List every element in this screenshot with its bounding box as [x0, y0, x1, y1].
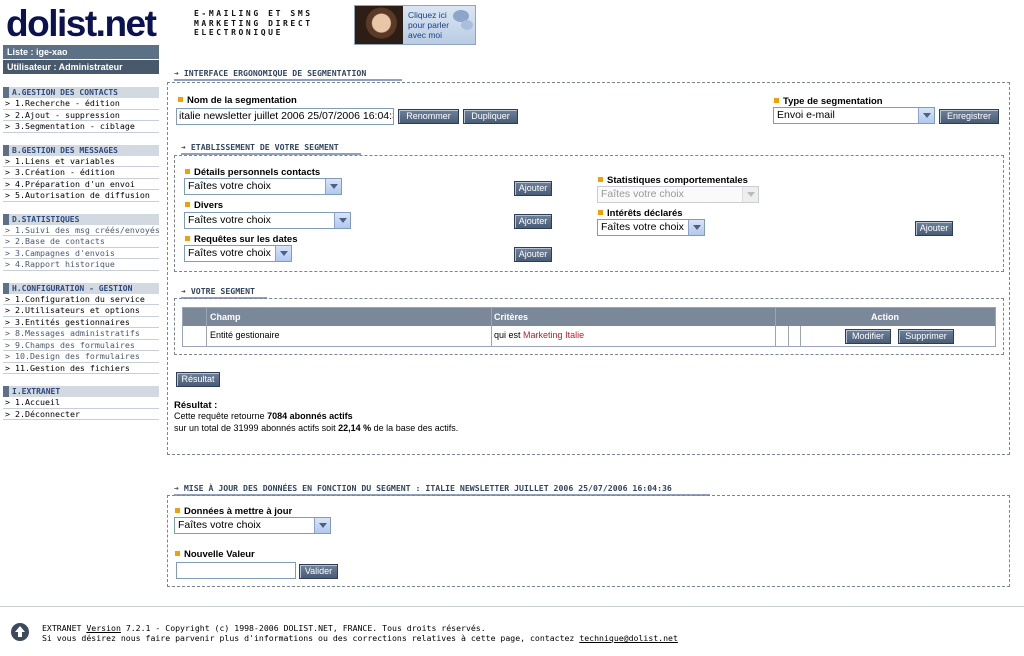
- banner-line-2: pour parler: [408, 20, 450, 30]
- sidebar: Liste : ige-xao Utilisateur : Administra…: [3, 45, 159, 605]
- list-label: Liste : ige-xao: [3, 45, 159, 60]
- sidebar-item-rapport[interactable]: > 4.Rapport historique: [3, 259, 159, 271]
- segmentation-name-label: Nom de la segmentation: [178, 95, 297, 106]
- chevron-down-icon: [334, 213, 350, 228]
- result-line-2: sur un total de 31999 abonnés actifs soi…: [174, 423, 459, 433]
- sidebar-item-suivi[interactable]: > 1.Suivi des msg créés/envoyés: [3, 225, 159, 236]
- column-action: Action: [871, 312, 899, 322]
- banner-line-3: avec moi: [408, 30, 443, 40]
- chevron-down-icon: [275, 246, 291, 261]
- new-value-label: Nouvelle Valeur: [175, 549, 255, 560]
- sidebar-item-champs[interactable]: > 9.Champs des formulaires: [3, 340, 159, 351]
- result-line-1: Cette requête retourne 7084 abonnés acti…: [174, 411, 353, 421]
- duplicate-button[interactable]: Dupliquer: [463, 109, 518, 124]
- user-label: Utilisateur : Administrateur: [3, 60, 159, 75]
- tagline: E-MAILING ET SMS MARKETING DIRECT ELECTR…: [194, 9, 313, 38]
- table-row: Entité gestionaire qui est Marketing Ita…: [183, 326, 995, 346]
- sidebar-item-recherche[interactable]: > 1.Recherche - édition: [3, 98, 159, 110]
- add-interests-button[interactable]: Ajouter: [915, 221, 953, 236]
- chevron-down-icon: [688, 220, 704, 235]
- sidebar-section-contacts: A.GESTION DES CONTACTS: [3, 87, 159, 98]
- sidebar-item-segmentation[interactable]: > 3.Segmentation - ciblage: [3, 121, 159, 133]
- sidebar-section-stats: D.STATISTIQUES: [3, 213, 159, 225]
- column-criteres: Critères: [494, 312, 529, 322]
- sidebar-item-campagnes[interactable]: > 3.Campagnes d'envois: [3, 248, 159, 259]
- chevron-down-icon: [325, 179, 341, 194]
- sidebar-item-utilisateurs[interactable]: > 2.Utilisateurs et options: [3, 305, 159, 317]
- date-queries-label: Requêtes sur les dates: [185, 234, 298, 245]
- dolist-logo: dolist.net: [6, 3, 157, 44]
- footer-contact: Si vous désirez nous faire parvenir plus…: [42, 633, 678, 643]
- chevron-down-icon: [314, 518, 330, 533]
- add-dates-button[interactable]: Ajouter: [514, 247, 552, 262]
- sidebar-item-liens[interactable]: > 1.Liens et variables: [3, 156, 159, 167]
- personal-details-label: Détails personnels contacts: [185, 167, 320, 178]
- email-link[interactable]: technique@dolist.net: [579, 633, 678, 643]
- save-button[interactable]: Enregistrer: [939, 109, 999, 124]
- edit-button[interactable]: Modifier: [845, 329, 891, 344]
- sidebar-item-config-service[interactable]: > 1.Configuration du service: [3, 294, 159, 305]
- agent-photo: [355, 6, 403, 44]
- personal-details-select[interactable]: Faîtes votre choix: [184, 178, 342, 195]
- misc-select[interactable]: Faîtes votre choix: [184, 212, 351, 229]
- segmentation-type-select[interactable]: Envoi e-mail: [773, 107, 935, 124]
- date-queries-select[interactable]: Faîtes votre choix: [184, 245, 292, 262]
- segmentation-name-input[interactable]: italie newsletter juillet 2006 25/07/200…: [176, 108, 394, 125]
- chat-banner[interactable]: Cliquez ici pour parler avec moi: [354, 5, 476, 45]
- declared-interests-select[interactable]: Faîtes votre choix: [597, 219, 705, 236]
- establish-section-title: ➔ ETABLISSEMENT DE VOTRE SEGMENT: [181, 142, 361, 155]
- update-data-select[interactable]: Faîtes votre choix: [174, 517, 331, 534]
- segment-table: Champ Critères Action Entité gestionaire…: [182, 307, 996, 347]
- new-value-input[interactable]: [176, 562, 296, 579]
- segmentation-section-title: ➔ INTERFACE ERGONOMIQUE DE SEGMENTATION: [174, 68, 402, 81]
- sidebar-item-messages-admin[interactable]: > 8.Messages administratifs: [3, 328, 159, 340]
- sidebar-item-base[interactable]: > 2.Base de contacts: [3, 236, 159, 248]
- banner-line-1: Cliquez ici: [408, 10, 447, 20]
- footer-copyright: EXTRANET Version 7.2.1 - Copyright (c) 1…: [42, 623, 486, 633]
- up-arrow-icon[interactable]: [11, 623, 29, 641]
- rename-button[interactable]: Renommer: [398, 109, 459, 124]
- delete-button[interactable]: Supprimer: [898, 329, 954, 344]
- tagline-line-3: ELECTRONIQUE: [194, 28, 283, 37]
- row-criteria: qui est Marketing Italie: [494, 330, 585, 340]
- result-label: Résultat :: [174, 400, 218, 411]
- banner-text: Cliquez ici pour parler avec moi: [408, 10, 449, 40]
- sidebar-item-autorisation[interactable]: > 5.Autorisation de diffusion: [3, 190, 159, 202]
- tagline-line-1: E-MAILING ET SMS: [194, 9, 313, 18]
- sidebar-item-design[interactable]: > 10.Design des formulaires: [3, 351, 159, 363]
- result-button[interactable]: Résultat: [176, 372, 220, 387]
- update-data-label: Données à mettre à jour: [175, 506, 292, 517]
- footer: EXTRANET Version 7.2.1 - Copyright (c) 1…: [0, 606, 1024, 656]
- sidebar-item-accueil[interactable]: > 1.Accueil: [3, 397, 159, 409]
- column-champ: Champ: [210, 312, 241, 322]
- behavior-stats-label: Statistiques comportementales: [598, 175, 748, 186]
- segmentation-type-label: Type de segmentation: [774, 96, 883, 107]
- sidebar-item-creation[interactable]: > 3.Création - édition: [3, 167, 159, 179]
- add-misc-button[interactable]: Ajouter: [514, 214, 552, 229]
- sidebar-item-preparation[interactable]: > 4.Préparation d'un envoi: [3, 179, 159, 190]
- chat-bubble-small-icon: [461, 20, 473, 30]
- declared-interests-label: Intérêts déclarés: [598, 208, 683, 219]
- sidebar-section-extranet: I.EXTRANET: [3, 386, 159, 397]
- chevron-down-icon: [742, 187, 758, 202]
- segment-table-header: Champ Critères Action: [183, 308, 995, 326]
- tagline-line-2: MARKETING DIRECT: [194, 18, 313, 28]
- sidebar-item-ajout[interactable]: > 2.Ajout - suppression: [3, 110, 159, 121]
- chevron-down-icon: [918, 108, 934, 123]
- add-personal-button[interactable]: Ajouter: [514, 181, 552, 196]
- sidebar-section-config: H.CONFIGURATION - GESTION: [3, 282, 159, 294]
- behavior-stats-select: Faîtes votre choix: [597, 186, 759, 203]
- sidebar-item-fichiers[interactable]: > 11.Gestion des fichiers: [3, 363, 159, 374]
- sidebar-item-entites[interactable]: > 3.Entités gestionnaires: [3, 317, 159, 328]
- validate-button[interactable]: Valider: [299, 564, 338, 579]
- version-link[interactable]: Version: [86, 623, 121, 633]
- misc-label: Divers: [185, 200, 223, 211]
- sidebar-section-messages: B.GESTION DES MESSAGES: [3, 144, 159, 156]
- row-field: Entité gestionaire: [210, 330, 280, 340]
- sidebar-item-deconnecter[interactable]: > 2.Déconnecter: [3, 409, 159, 420]
